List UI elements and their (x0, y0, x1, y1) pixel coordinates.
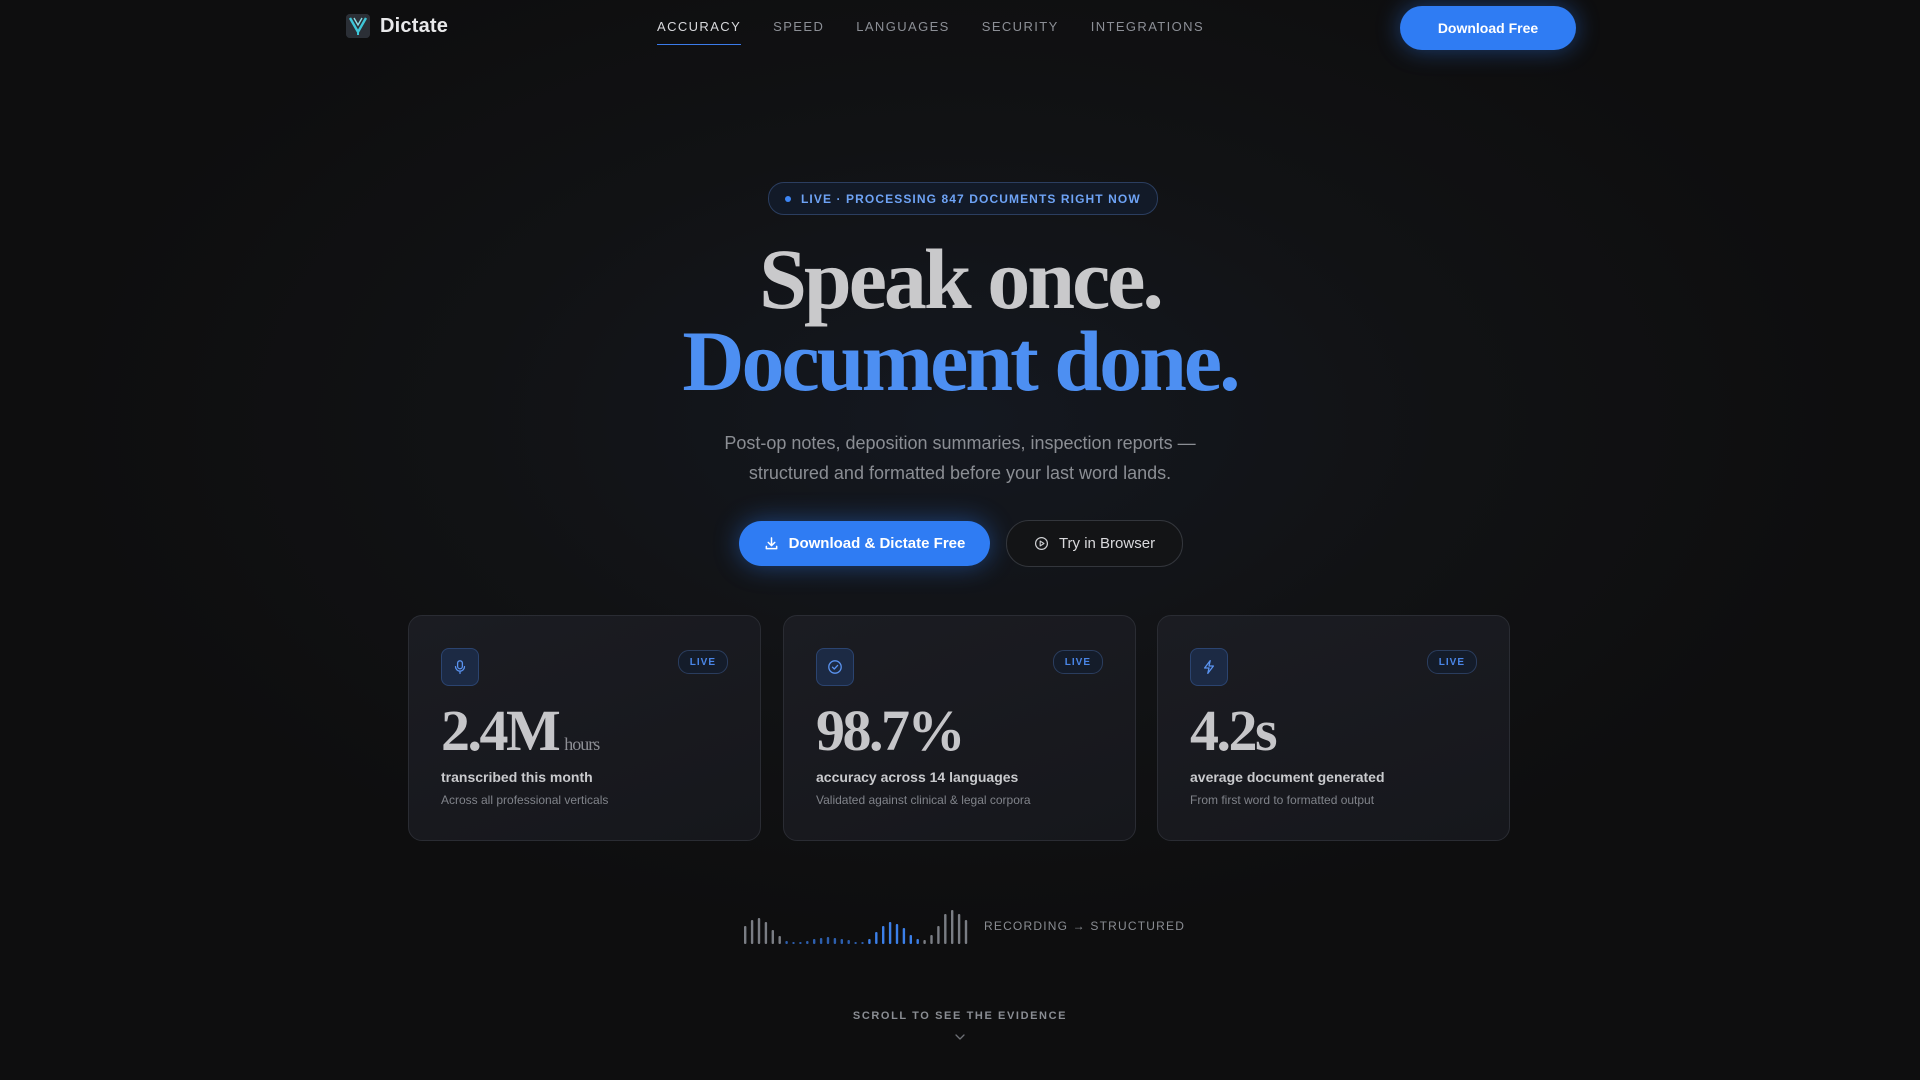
waveform-bar (826, 937, 830, 944)
nav-link-integrations[interactable]: INTEGRATIONS (1091, 19, 1204, 45)
waveform-bar (895, 924, 899, 944)
stat-description: Validated against clinical & legal corpo… (816, 793, 1031, 807)
waveform-bar (744, 926, 747, 944)
stat-value-number: 98.7% (816, 698, 966, 763)
waveform-bar (819, 938, 823, 944)
stat-card-speed: LIVE 4.2s average document generated Fro… (1157, 615, 1510, 841)
lightning-icon (1190, 648, 1228, 686)
waveform-bar (944, 914, 947, 944)
top-nav: Dictate ACCURACY SPEED LANGUAGES SECURIT… (0, 0, 1920, 56)
logo-icon (346, 14, 370, 38)
hero-subtitle: Post-op notes, deposition summaries, ins… (0, 428, 1920, 488)
download-dictate-button[interactable]: Download & Dictate Free (739, 521, 990, 566)
waveform-bar (937, 926, 940, 944)
waveform-bar (861, 942, 864, 944)
waveform-bar (764, 922, 768, 944)
brand-logo[interactable]: Dictate (346, 14, 448, 38)
waveform-bar (951, 910, 954, 944)
nav-download-button[interactable]: Download Free (1400, 6, 1576, 50)
stat-label: average document generated (1190, 769, 1385, 785)
live-badge: LIVE (677, 650, 728, 674)
live-status-badge: LIVE · PROCESSING 847 DOCUMENTS RIGHT NO… (768, 182, 1158, 215)
try-in-browser-label: Try in Browser (1058, 535, 1156, 552)
stat-label: accuracy across 14 languages (816, 769, 1019, 785)
stat-value-number: 4.2s (1190, 698, 1278, 763)
hero-subtitle-line2: structured and formatted before your las… (748, 463, 1172, 483)
stat-value-unit: hours (564, 734, 600, 754)
scroll-hint-label: SCROLL TO SEE THE EVIDENCE (852, 1010, 1068, 1022)
waveform-graphic (744, 910, 968, 944)
nav-link-security[interactable]: SECURITY (982, 19, 1059, 45)
waveform-bar (833, 938, 837, 944)
nav-link-speed[interactable]: SPEED (773, 19, 824, 45)
waveform-bar (916, 939, 919, 944)
waveform-bar (785, 941, 788, 944)
hero-subtitle-line1: Post-op notes, deposition summaries, ins… (724, 433, 1196, 453)
nav-link-accuracy[interactable]: ACCURACY (657, 19, 742, 45)
waveform-bar (806, 941, 809, 944)
hero-title-line2: Document done. (682, 313, 1240, 409)
waveform-bar (778, 936, 781, 944)
waveform-bar (923, 940, 926, 944)
waveform-bar (888, 922, 892, 944)
waveform-bar (757, 918, 761, 944)
live-status-text: LIVE · PROCESSING 847 DOCUMENTS RIGHT NO… (801, 191, 1141, 206)
brand-name: Dictate (380, 14, 449, 37)
waveform-bar (964, 920, 968, 944)
waveform-bar (771, 930, 774, 944)
stat-description: Across all professional verticals (441, 793, 609, 807)
microphone-icon (441, 648, 479, 686)
waveform-bar (882, 926, 885, 944)
waveform-bar (902, 928, 906, 944)
waveform-bar (750, 920, 754, 944)
nav-links: ACCURACY SPEED LANGUAGES SECURITY INTEGR… (657, 19, 1236, 45)
waveform-bar (868, 939, 871, 944)
waveform-bar (792, 942, 795, 944)
waveform-bar (930, 935, 933, 944)
check-circle-icon (816, 648, 854, 686)
waveform-bar (909, 935, 912, 944)
play-circle-icon (1034, 536, 1048, 551)
waveform-bar (957, 914, 961, 944)
live-badge: LIVE (1052, 650, 1103, 674)
stat-value: 2.4M hours (441, 702, 600, 760)
live-badge: LIVE (1426, 650, 1477, 674)
chevron-down-icon[interactable] (953, 1030, 967, 1044)
waveform-bar (875, 932, 878, 944)
stat-label: transcribed this month (441, 769, 593, 785)
hero-title-line1: Speak once. (759, 231, 1164, 327)
waveform-bar (847, 940, 850, 944)
download-icon (765, 537, 778, 550)
download-dictate-label: Download & Dictate Free (788, 535, 966, 552)
stat-value: 98.7% (816, 702, 966, 760)
stat-card-hours: LIVE 2.4M hours transcribed this month Ac… (408, 615, 761, 841)
stat-value: 4.2s (1190, 702, 1278, 760)
waveform-label: RECORDING → STRUCTURED (984, 919, 1186, 933)
waveform-bar (840, 939, 843, 944)
live-dot-icon (785, 195, 791, 202)
waveform-bar (813, 939, 816, 944)
waveform-bar (799, 942, 802, 944)
waveform-bar (854, 942, 857, 944)
stat-card-accuracy: LIVE 98.7% accuracy across 14 languages … (783, 615, 1136, 841)
nav-link-languages[interactable]: LANGUAGES (856, 19, 950, 45)
try-in-browser-button[interactable]: Try in Browser (1006, 520, 1183, 567)
stat-value-number: 2.4M (441, 698, 561, 763)
stat-description: From first word to formatted output (1190, 793, 1375, 807)
